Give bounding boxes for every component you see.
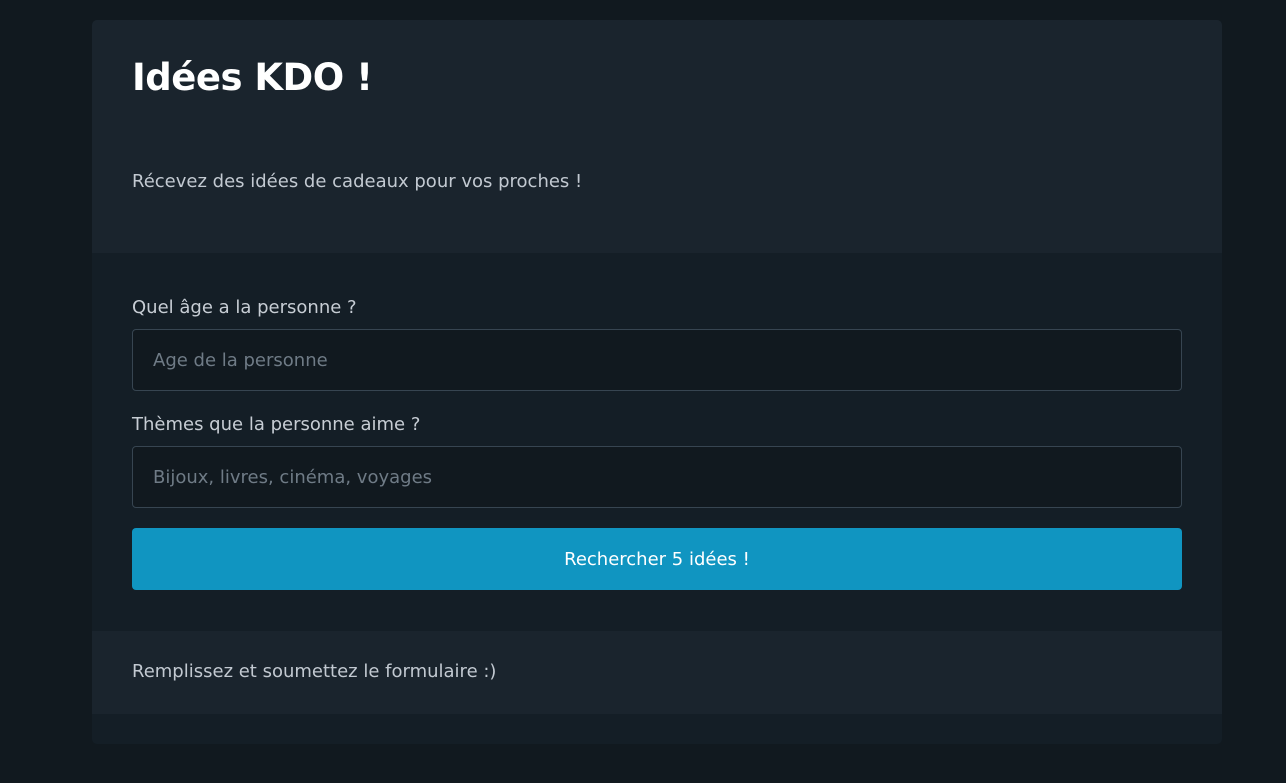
gift-search-form: Quel âge a la personne ? Thèmes que la p…: [92, 253, 1222, 631]
themes-input[interactable]: [132, 446, 1182, 508]
page-subtitle: Récevez des idées de cadeaux pour vos pr…: [132, 171, 583, 192]
gift-ideas-card: Idées KDO ! Récevez des idées de cadeaux…: [92, 20, 1222, 744]
search-ideas-button[interactable]: Rechercher 5 idées !: [132, 528, 1182, 590]
footer-message: Remplissez et soumettez le formulaire :): [132, 661, 497, 682]
age-input[interactable]: [132, 329, 1182, 391]
card-footer: Remplissez et soumettez le formulaire :): [92, 631, 1222, 714]
age-label: Quel âge a la personne ?: [132, 297, 357, 318]
page-title: Idées KDO !: [132, 56, 373, 99]
card-header: Idées KDO ! Récevez des idées de cadeaux…: [92, 20, 1222, 253]
themes-label: Thèmes que la personne aime ?: [132, 414, 421, 435]
